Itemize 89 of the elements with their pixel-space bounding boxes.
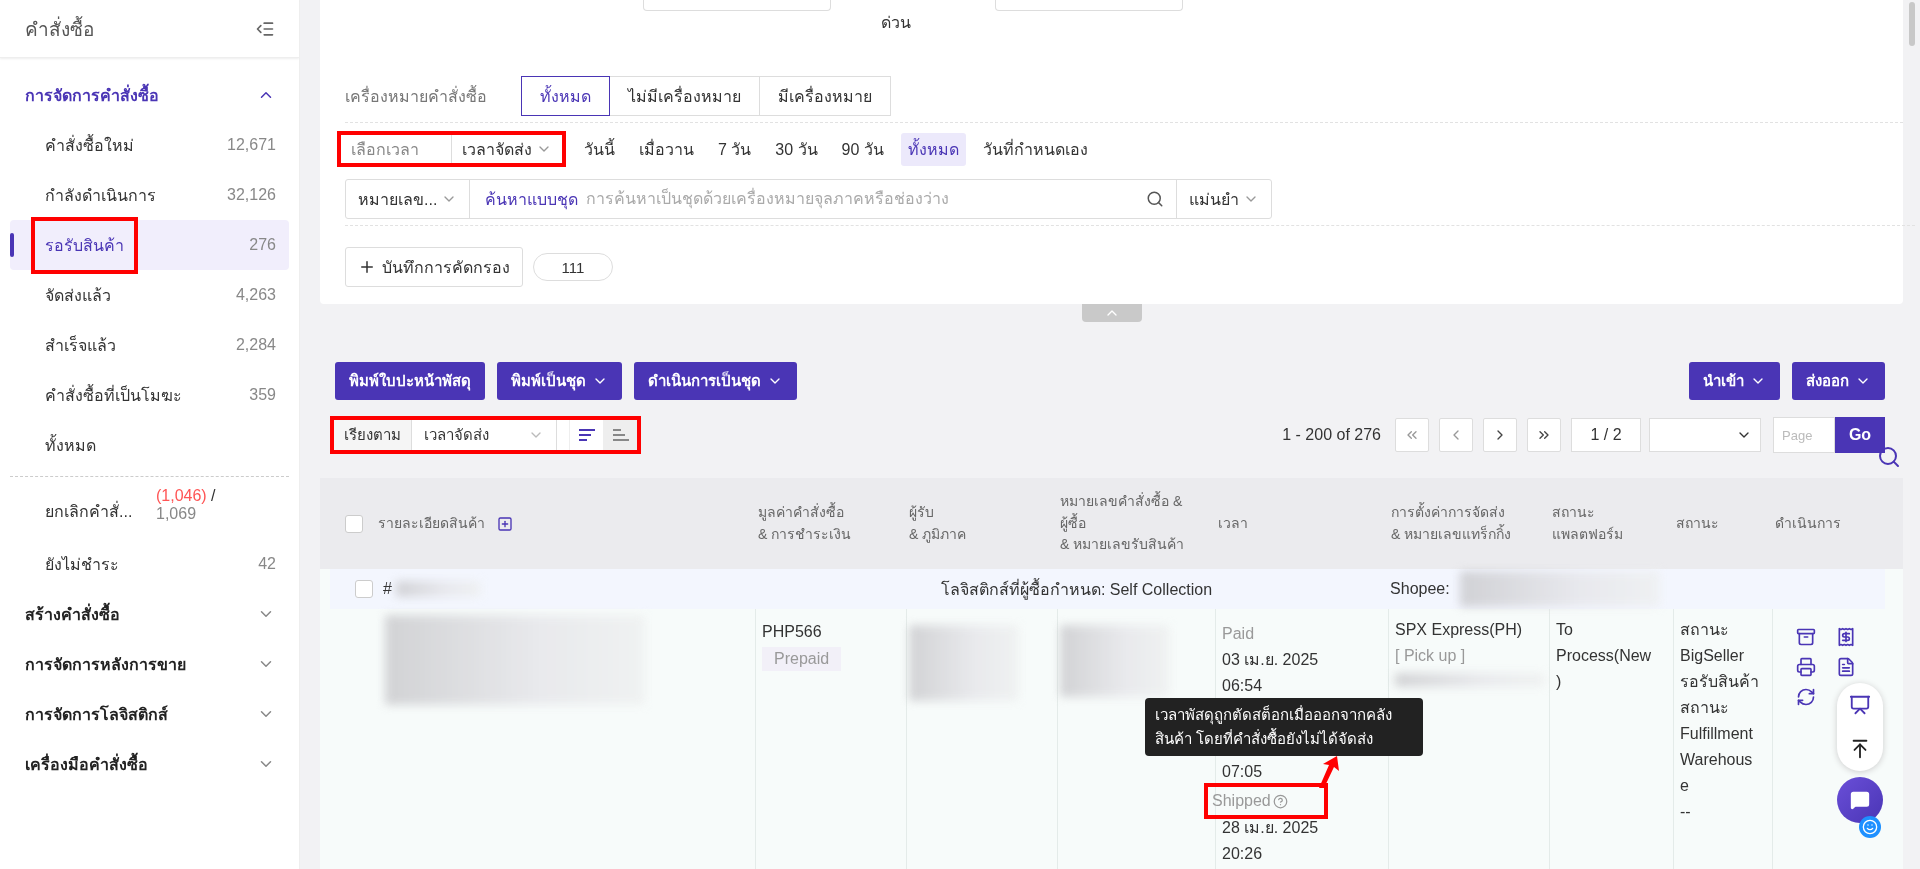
time-range-option[interactable]: 7 วัน bbox=[711, 132, 759, 166]
tooltip: เวลาพัสดุถูกตัดสต็อกเมื่อออกจากคลัง สินค้า โดยที่คำสั่งซื้อยังไม่ได้จัดส่ง bbox=[1145, 698, 1423, 756]
sidebar-item[interactable]: คำสั่งซื้อใหม่ 12,671 bbox=[10, 120, 289, 170]
column-header: ผู้รับ & ภูมิภาค bbox=[909, 502, 967, 545]
sidebar-section[interactable]: การจัดการโลจิสติกส์ bbox=[0, 689, 299, 739]
time-label: Shipped bbox=[1208, 787, 1324, 815]
toolbar-button[interactable]: ดำเนินการเป็นชุด bbox=[634, 361, 797, 400]
checkbox[interactable] bbox=[355, 580, 373, 598]
filter-option[interactable]: ไม่มีเครื่องหมาย bbox=[609, 76, 760, 116]
time-value: 03 เม.ย. 2025 bbox=[1222, 650, 1319, 670]
store-name: Shopee: bbox=[1390, 580, 1450, 598]
filter-label: ด่วน bbox=[881, 13, 911, 33]
sidebar-item[interactable]: จัดส่งแล้ว 4,263 bbox=[10, 270, 289, 320]
column-header: เวลา bbox=[1218, 513, 1248, 533]
match-select[interactable]: แม่นยำ bbox=[1176, 180, 1271, 218]
sidebar-section[interactable]: เครื่องมือคำสั่งซื้อ bbox=[0, 739, 299, 789]
last-page-button[interactable] bbox=[1527, 418, 1561, 453]
input-field[interactable] bbox=[643, 0, 831, 11]
time-range-option[interactable]: 90 วัน bbox=[834, 132, 891, 166]
time-range-option[interactable]: ทั้งหมด bbox=[900, 132, 966, 166]
time-range-option[interactable]: เมื่อวาน bbox=[632, 132, 701, 166]
time-range-option[interactable]: วันนี้ bbox=[577, 132, 622, 166]
refresh-icon[interactable] bbox=[1796, 687, 1816, 707]
sidebar-item[interactable]: ทั้งหมด bbox=[10, 420, 289, 470]
checkbox[interactable] bbox=[345, 514, 363, 533]
column-header: รายละเอียดสินค้า bbox=[378, 513, 485, 533]
filter-option[interactable]: ทั้งหมด bbox=[521, 76, 610, 116]
column-header: สถานะ bbox=[1676, 513, 1719, 533]
time-value: 28 เม.ย. 2025 bbox=[1222, 818, 1319, 838]
sort-ascending-icon bbox=[611, 427, 630, 444]
column-header: สถานะ แพลตฟอร์ม bbox=[1552, 502, 1623, 544]
page-number-field[interactable]: 1 / 2 bbox=[1571, 418, 1641, 453]
board-icon[interactable] bbox=[1849, 694, 1871, 716]
sidebar-section[interactable]: การจัดการคำสั่งซื้อ bbox=[0, 70, 299, 120]
order-status: สถานะ BigSeller รอรับสินค้า สถานะ Fulfillment Warehous e -- bbox=[1680, 620, 1759, 822]
search-icon[interactable] bbox=[1146, 190, 1164, 208]
help-icon[interactable] bbox=[1272, 793, 1288, 809]
toolbar-button[interactable]: ส่งออก bbox=[1792, 361, 1885, 400]
sidebar-item[interactable]: คำสั่งซื้อที่เป็นโมฆะ 359 bbox=[10, 370, 289, 420]
search-field[interactable]: หมายเลข... ค้นหาแบบชุด การค้นหาเป็นชุดด้วยเครื่องหมายจุลภาคหรือช่องว่าง แม่นยำ bbox=[345, 179, 1272, 219]
carrier-name: SPX Express(PH) bbox=[1395, 620, 1523, 640]
page-range: 1 - 200 of 276 bbox=[1282, 426, 1381, 445]
sidebar-item[interactable]: ยกเลิกคำสั่... (1,046) / 1,069 bbox=[10, 483, 289, 539]
search-type-select[interactable]: หมายเลข... bbox=[346, 180, 471, 218]
batch-search-link[interactable]: ค้นหาแบบชุด bbox=[485, 180, 579, 218]
search-icon[interactable] bbox=[1877, 445, 1901, 469]
toolbar-button[interactable]: พิมพ์เป็นชุด bbox=[497, 361, 622, 400]
filter-option[interactable]: มีเครื่องหมาย bbox=[759, 76, 891, 116]
save-filter-button[interactable]: บันทึกการคัดกรอง bbox=[345, 247, 523, 287]
sidebar-section[interactable]: การจัดการหลังการขาย bbox=[0, 639, 299, 689]
column-header: มูลค่าคำสั่งซื้อ & การชำระเงิน bbox=[758, 501, 852, 544]
sort-label: เรียงตาม bbox=[334, 420, 412, 451]
document-icon[interactable] bbox=[1836, 657, 1856, 677]
order-amount: PHP566 bbox=[762, 622, 822, 642]
column-header: ดำเนินการ bbox=[1775, 513, 1841, 533]
pickup-method: [ Pick up ] bbox=[1395, 646, 1466, 666]
chat-icon bbox=[1850, 790, 1870, 810]
sort-select[interactable]: เวลาจัดส่ง bbox=[412, 420, 557, 451]
column-header: หมายเลขคำสั่งซื้อ & ผู้ซื้อ & หมายเลขรับสินค้า bbox=[1060, 491, 1185, 555]
sidebar-title: คำสั่งซื้อ bbox=[25, 15, 94, 42]
input-field[interactable] bbox=[995, 0, 1183, 11]
toolbar-button[interactable]: พิมพ์ใบปะหน้าพัสดุ bbox=[335, 361, 485, 400]
receipt-icon[interactable] bbox=[1836, 627, 1856, 647]
sidebar-item[interactable]: กำลังดำเนินการ 32,126 bbox=[10, 170, 289, 220]
time-value: 07:05 bbox=[1222, 762, 1263, 782]
sidebar-item[interactable]: ยังไม่ชำระ 42 bbox=[10, 539, 289, 589]
time-value: 20:26 bbox=[1222, 844, 1263, 864]
plus-icon bbox=[358, 258, 376, 276]
archive-icon[interactable] bbox=[1796, 627, 1816, 647]
toolbar-button[interactable]: นำเข้า bbox=[1689, 361, 1780, 400]
sort-descending-icon bbox=[577, 427, 596, 444]
time-select[interactable]: เลือกเวลา เวลาจัดส่ง bbox=[337, 131, 566, 167]
time-range-option[interactable]: 30 วัน bbox=[768, 132, 825, 166]
expand-icon[interactable] bbox=[497, 515, 513, 532]
printer-icon[interactable] bbox=[1796, 657, 1816, 677]
time-label: Paid bbox=[1222, 624, 1255, 644]
sidebar-section[interactable]: สร้างคำสั่งซื้อ bbox=[0, 589, 299, 639]
column-header: การตั้งค่าการจัดส่ง & หมายเลขแทร็กกิ้ง bbox=[1391, 501, 1512, 544]
time-value: 06:54 bbox=[1222, 676, 1263, 696]
scrollbar-thumb[interactable] bbox=[1908, 2, 1915, 46]
platform-status: To Process(New ) bbox=[1556, 620, 1652, 692]
logistics-text: โลจิสติกส์ที่ผู้ซื้อกำหนด: Self Collection bbox=[940, 577, 1213, 602]
order-number: # bbox=[383, 580, 392, 598]
sidebar-item[interactable]: สำเร็จแล้ว 2,284 bbox=[10, 320, 289, 370]
go-button[interactable]: Go bbox=[1835, 417, 1885, 454]
payment-tag: Prepaid bbox=[762, 647, 842, 671]
time-range-option[interactable]: วันที่กำหนดเอง bbox=[975, 132, 1095, 166]
page-input[interactable]: Page bbox=[1773, 417, 1835, 454]
filter-label: เครื่องหมายคำสั่งซื้อ bbox=[345, 84, 487, 107]
